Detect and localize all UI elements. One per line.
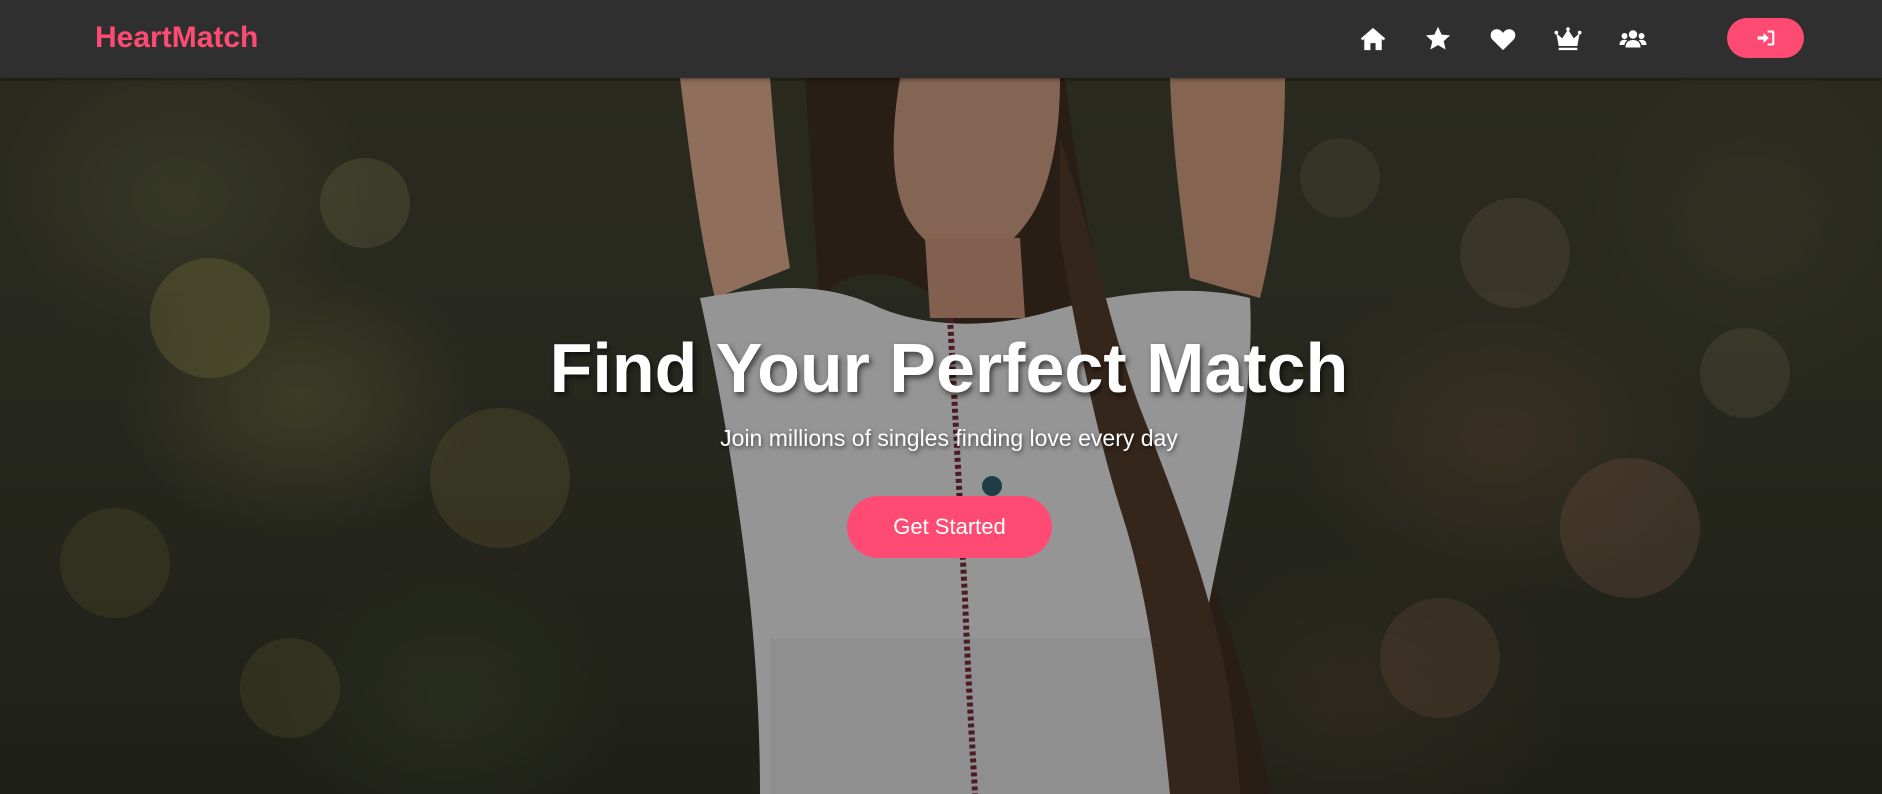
hero-subtitle: Join millions of singles finding love ev…	[720, 425, 1178, 451]
crown-icon[interactable]	[1550, 21, 1586, 57]
heart-icon[interactable]	[1485, 21, 1521, 57]
star-icon[interactable]	[1420, 21, 1456, 57]
get-started-button[interactable]: Get Started	[847, 496, 1052, 558]
brand-logo[interactable]: HeartMatch	[95, 20, 258, 56]
users-icon[interactable]	[1615, 21, 1651, 57]
hero-title: Find Your Perfect Match	[549, 329, 1349, 407]
hero-section: Find Your Perfect Match Join millions of…	[0, 78, 1882, 794]
top-navbar: HeartMatch	[0, 0, 1882, 78]
nav-icon-group	[1355, 21, 1680, 57]
sign-in-icon	[1757, 30, 1774, 46]
login-button[interactable]	[1727, 18, 1804, 58]
home-icon[interactable]	[1355, 21, 1391, 57]
